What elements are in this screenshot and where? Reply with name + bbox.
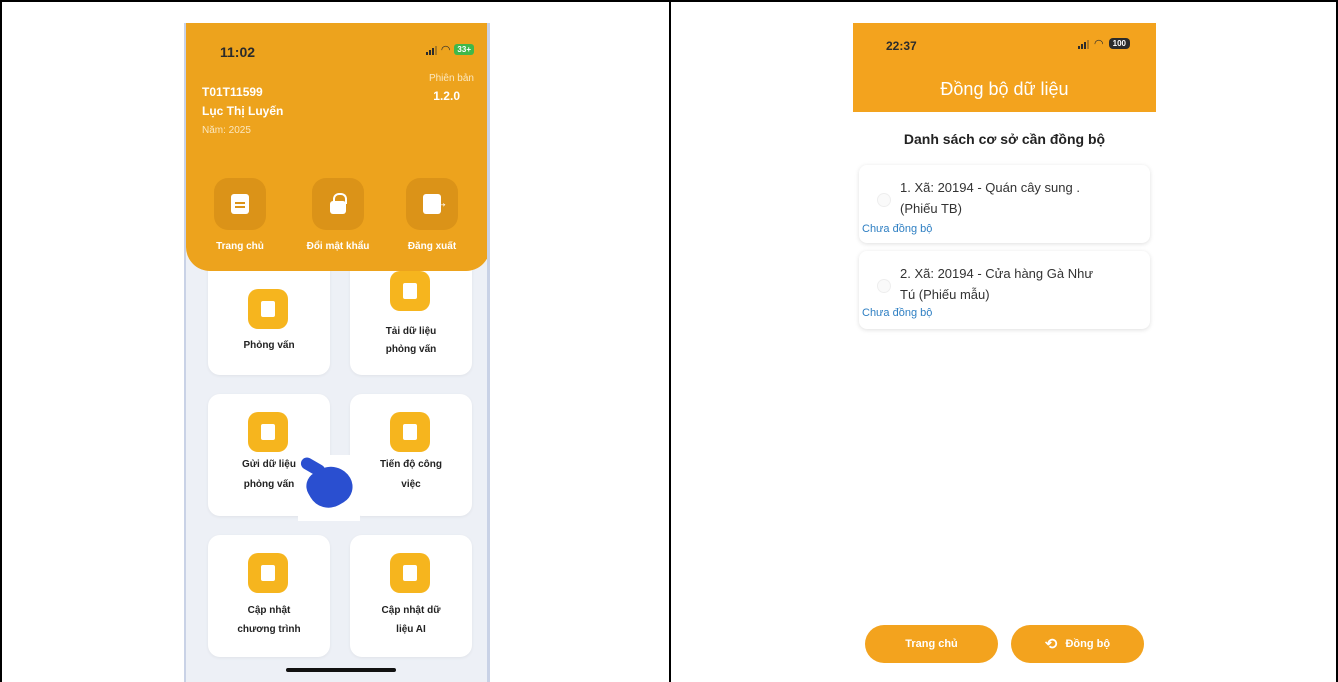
signal-icon <box>1078 39 1090 49</box>
progress-chart-icon <box>390 412 430 452</box>
profile-header: 11:02 ◠ 33+ T01T11599 Lục Thị Luyến Năm:… <box>186 23 487 271</box>
item-text: 1. Xã: 20194 - Quán cây sung . (Phiếu TB… <box>900 177 1140 219</box>
status-bar-time: 11:02 <box>220 44 256 60</box>
logout-button[interactable] <box>406 178 458 230</box>
wifi-icon: ◠ <box>1094 38 1104 50</box>
signal-icon <box>425 45 437 55</box>
building-icon <box>390 553 430 593</box>
logout-label: Đăng xuất <box>407 241 457 252</box>
radio-button[interactable] <box>877 193 891 207</box>
sync-icon <box>248 412 288 452</box>
sync-button-label: Đồng bộ <box>1065 638 1111 650</box>
wifi-icon: ◠ <box>440 44 451 56</box>
menu-interview[interactable]: Phỏng vấn <box>208 253 330 375</box>
change-password-button[interactable] <box>312 178 364 230</box>
tap-hand-icon <box>298 455 360 521</box>
sync-icon: ⟲ <box>1044 635 1058 653</box>
radio-button[interactable] <box>877 279 891 293</box>
sync-status: Chưa đồng bộ <box>862 307 933 319</box>
item-line-1: 2. Xã: 20194 - Cửa hàng Gà Như <box>900 266 1094 281</box>
download-icon <box>390 271 430 311</box>
menu-update-label-1: Cập nhật <box>247 605 291 616</box>
page-title: Đồng bộ dữ liệu <box>940 79 1069 99</box>
home-screen: 11:02 ◠ 33+ T01T11599 Lục Thị Luyến Năm:… <box>184 23 490 682</box>
sync-screen: 22:37 ◠ 100 Đồng bộ dữ liệu Danh sách cơ… <box>853 23 1156 682</box>
table-border-left <box>0 0 2 682</box>
home-button[interactable]: Trang chủ <box>865 625 998 663</box>
menu-update-label-2: chương trình <box>237 624 301 635</box>
menu-download-data[interactable]: Tải dữ liệu phỏng vấn <box>350 253 472 375</box>
status-bar-icons: ◠ 100 <box>1078 37 1130 50</box>
sync-header: 22:37 ◠ 100 Đồng bộ dữ liệu <box>853 23 1156 112</box>
battery-indicator: 33+ <box>454 44 474 55</box>
interview-doc-icon <box>248 289 288 329</box>
table-divider <box>669 0 671 682</box>
item-line-2: (Phiếu TB) <box>900 201 962 216</box>
update-icon <box>248 553 288 593</box>
status-bar-time: 22:37 <box>886 39 917 53</box>
menu-progress-label-1: Tiến độ công <box>379 459 443 470</box>
list-item[interactable]: 2. Xã: 20194 - Cửa hàng Gà Như Tú (Phiếu… <box>859 251 1150 329</box>
menu-work-progress[interactable]: Tiến độ công việc <box>350 394 472 516</box>
lock-icon <box>330 192 347 214</box>
home-button-label: Trang chủ <box>216 241 264 252</box>
list-heading: Danh sách cơ sở cần đồng bộ <box>903 131 1106 147</box>
document-icon <box>231 194 249 214</box>
list-item[interactable]: 1. Xã: 20194 - Quán cây sung . (Phiếu TB… <box>859 165 1150 243</box>
menu-update-ai-data[interactable]: Cập nhật dữ liệu AI <box>350 535 472 657</box>
sync-button[interactable]: ⟲ Đồng bộ <box>1011 625 1144 663</box>
menu-update-app[interactable]: Cập nhật chương trình <box>208 535 330 657</box>
sync-status: Chưa đồng bộ <box>862 223 933 235</box>
item-text: 2. Xã: 20194 - Cửa hàng Gà Như Tú (Phiếu… <box>900 263 1140 305</box>
user-code: T01T11599 <box>202 85 263 99</box>
change-password-label: Đổi mật khẩu <box>306 241 370 252</box>
battery-indicator: 100 <box>1108 38 1130 49</box>
item-line-1: 1. Xã: 20194 - Quán cây sung . <box>900 180 1080 195</box>
menu-ai-label-1: Cập nhật dữ <box>381 605 441 616</box>
home-button[interactable] <box>214 178 266 230</box>
home-indicator <box>286 668 396 672</box>
item-line-2: Tú (Phiếu mẫu) <box>900 287 990 302</box>
status-bar-icons: ◠ 33+ <box>425 43 474 56</box>
menu-interview-label: Phỏng vấn <box>243 340 295 351</box>
survey-year: Năm: 2025 <box>202 125 251 136</box>
menu-download-label-2: phỏng vấn <box>385 344 437 355</box>
version-value: 1.2.0 <box>433 89 460 103</box>
menu-download-label-1: Tải dữ liệu <box>385 326 437 337</box>
user-name: Lục Thị Luyến <box>202 104 284 118</box>
version-label: Phiên bản <box>428 73 474 84</box>
menu-progress-label-2: việc <box>401 479 421 490</box>
logout-icon <box>423 194 448 214</box>
home-button-label: Trang chủ <box>905 638 958 650</box>
menu-ai-label-2: liệu AI <box>396 624 426 635</box>
